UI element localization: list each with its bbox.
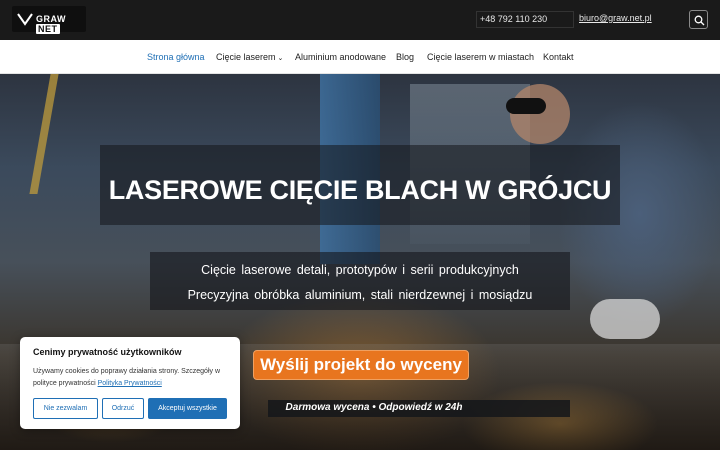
nav-item-anodized-aluminium[interactable]: Aluminium anodowane	[295, 52, 386, 62]
nav-item-cities[interactable]: Cięcie laserem w miastach	[427, 52, 534, 62]
nav-item-home[interactable]: Strona główna	[147, 52, 205, 62]
hero-note: Darmowa wycena • Odpowiedź w 24h	[285, 402, 463, 413]
cookie-accept-button[interactable]: Akceptuj wszystkie	[148, 398, 227, 419]
search-button[interactable]	[689, 10, 708, 29]
nav-item-contact[interactable]: Kontakt	[543, 52, 574, 62]
hero-subtitle-line-2: Precyzyjna obróbka aluminium, stali nier…	[187, 288, 533, 302]
logo-mark-icon	[17, 13, 33, 26]
nav-item-laser-cutting[interactable]: Cięcie laserem ⌄	[216, 52, 283, 62]
chevron-down-icon: ⌄	[277, 55, 284, 62]
cookie-title: Cenimy prywatność użytkowników	[33, 347, 182, 357]
nav-item-label: Cięcie laserem	[216, 52, 276, 62]
hero-background-goggles	[506, 98, 546, 114]
email-link[interactable]: biuro@graw.net.pl	[579, 13, 652, 23]
hero-subtitle-line-1: Cięcie laserowe detali, prototypów i ser…	[201, 263, 519, 277]
hero-title: LASEROWE CIĘCIE BLACH W GRÓJCU	[108, 175, 612, 205]
cookie-reject-button[interactable]: Odrzuć	[102, 398, 144, 419]
search-icon	[694, 15, 705, 26]
hero-background-beam	[29, 74, 59, 194]
phone-number[interactable]: +48 792 110 230	[476, 11, 574, 28]
cookie-text: Używamy cookies do poprawy działania str…	[33, 368, 221, 387]
main-nav: Strona główna Cięcie laserem ⌄ Aluminium …	[0, 40, 720, 74]
logo-text: GRAW NET	[36, 14, 66, 34]
hero-background-glove	[590, 299, 660, 339]
cookie-consent-banner: Cenimy prywatność użytkowników Używamy c…	[20, 337, 240, 429]
hero-background-worker-head	[510, 84, 570, 144]
top-bar: GRAW NET +48 792 110 230 biuro@graw.net.…	[0, 0, 720, 40]
quote-cta-button[interactable]: Wyślij projekt do wyceny	[253, 350, 469, 380]
site-logo[interactable]: GRAW NET	[12, 6, 86, 34]
nav-item-blog[interactable]: Blog	[396, 52, 414, 62]
privacy-policy-link[interactable]: Polityka Prywatności	[98, 380, 162, 387]
cookie-deny-button[interactable]: Nie zezwalam	[33, 398, 98, 419]
